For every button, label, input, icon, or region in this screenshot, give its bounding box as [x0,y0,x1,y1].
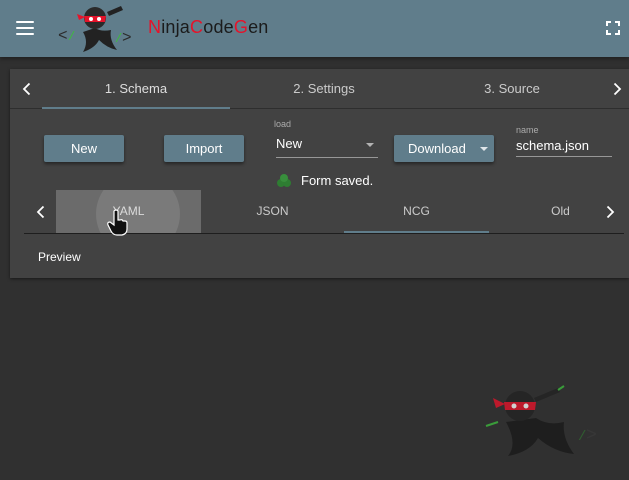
svg-text:>: > [586,426,597,446]
import-button[interactable]: Import [164,135,244,162]
chevron-left-icon[interactable] [10,69,42,109]
chevron-right-icon[interactable] [606,69,629,109]
ninja-mascot: > / [485,385,597,456]
load-select-value: New [276,136,303,151]
tab-source[interactable]: 3. Source [418,69,606,109]
status-text: Form saved. [301,173,374,188]
dropdown-arrow-icon [366,143,374,147]
svg-text:/: / [115,32,122,46]
new-button[interactable]: New [44,135,124,162]
tab-indicator [42,107,230,109]
svg-text:/: / [68,30,75,44]
ninja-logo: < / > / [58,6,132,52]
fullscreen-icon[interactable] [606,21,620,35]
dropdown-arrow-icon [480,147,488,151]
svg-text:<: < [58,27,68,45]
name-field[interactable] [516,135,612,157]
schema-card: 1. Schema 2. Settings 3. Source New Impo… [10,69,629,278]
download-button-label: Download [408,141,466,156]
brand-title: NinjaCodeGen [148,17,269,37]
preview-toggle[interactable]: Preview [38,250,81,264]
status-message: Form saved. [276,173,373,188]
tab-json[interactable]: JSON [200,190,345,233]
load-select[interactable]: New [276,136,378,158]
name-label: name [516,125,539,135]
app-bar: < / > / NinjaCodeGen [0,0,629,57]
hand-cursor-icon [107,209,128,236]
main-tabs: 1. Schema 2. Settings 3. Source [10,69,629,109]
saved-icon [277,173,291,187]
download-button[interactable]: Download [394,135,494,162]
chevron-right-icon[interactable] [596,190,624,233]
hamburger-icon[interactable] [16,21,34,35]
svg-text:/: / [578,429,586,445]
tab-schema[interactable]: 1. Schema [42,69,230,109]
load-label: load [274,119,292,129]
svg-text:>: > [122,29,132,47]
chevron-left-icon[interactable] [24,190,56,233]
tab-ncg[interactable]: NCG [344,190,489,233]
subtab-indicator [344,231,489,233]
tab-settings[interactable]: 2. Settings [230,69,418,109]
